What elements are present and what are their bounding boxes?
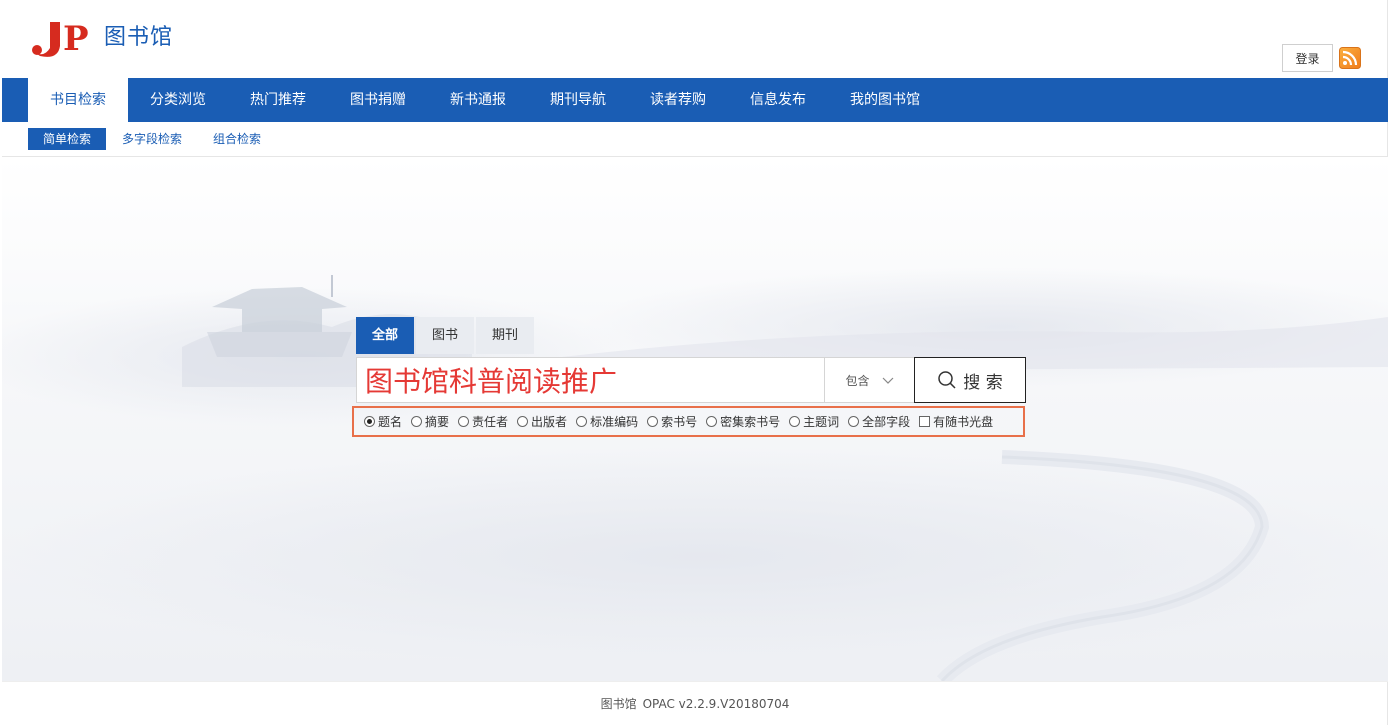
radio-button[interactable] — [411, 416, 423, 427]
main-nav: 书目检索 分类浏览 热门推荐 图书捐赠 新书通报 期刊导航 读者荐购 信息发布 … — [2, 78, 1388, 122]
page: P 图书馆 登录 书目检索 分类浏览 热门推荐 图书捐赠 新书通报 期刊导航 读… — [2, 0, 1388, 725]
field-option-author[interactable]: 责任者 — [458, 413, 508, 430]
field-option-all-fields[interactable]: 全部字段 — [848, 413, 910, 430]
jp-logo-icon: P — [30, 18, 96, 58]
radio-button[interactable] — [647, 416, 659, 427]
radio-button[interactable] — [576, 416, 588, 427]
site-title: 图书馆 — [104, 25, 174, 50]
nav-item-my-library[interactable]: 我的图书馆 — [828, 78, 942, 122]
tab-journals[interactable]: 期刊 — [476, 317, 535, 354]
search-icon — [938, 371, 956, 389]
nav-item-book-donation[interactable]: 图书捐赠 — [328, 78, 428, 122]
field-option-standard-code[interactable]: 标准编码 — [576, 413, 638, 430]
site-logo[interactable]: P 图书馆 — [30, 18, 173, 58]
subnav-multi-field-search[interactable]: 多字段检索 — [107, 128, 197, 150]
nav-item-reader-recommend[interactable]: 读者荐购 — [628, 78, 728, 122]
field-option-publisher[interactable]: 出版者 — [517, 413, 567, 430]
logo-p-text: P — [63, 19, 89, 58]
checkbox[interactable] — [919, 416, 931, 427]
sub-nav: 简单检索 多字段检索 组合检索 — [2, 122, 1388, 157]
radio-button[interactable] — [364, 416, 375, 427]
search-tabs: 全部 图书 期刊 — [356, 317, 536, 354]
nav-item-catalog-search[interactable]: 书目检索 — [28, 78, 128, 122]
field-option-abstract[interactable]: 摘要 — [411, 413, 449, 430]
radio-button[interactable] — [706, 416, 718, 427]
search-button-label: 搜 索 — [963, 372, 1003, 393]
footer: 图书馆 OPAC v2.2.9.V20180704 — [2, 681, 1388, 725]
field-option-subject[interactable]: 主题词 — [789, 413, 839, 430]
field-option-call-number[interactable]: 索书号 — [647, 413, 697, 430]
subnav-combined-search[interactable]: 组合检索 — [198, 128, 276, 150]
rss-icon[interactable] — [1339, 47, 1361, 69]
nav-item-info-release[interactable]: 信息发布 — [728, 78, 828, 122]
radio-button[interactable] — [458, 416, 470, 427]
radio-button[interactable] — [848, 416, 860, 427]
match-mode-value: 包含 — [845, 373, 870, 388]
footer-version: OPAC v2.2.9.V20180704 — [642, 696, 790, 711]
search-button[interactable]: 搜 索 — [914, 357, 1026, 403]
footer-library-name: 图书馆 — [600, 697, 637, 711]
search-field-options: 题名 摘要 责任者 出版者 标准编码 索书号 密集索书号 主题词 全部字段 有随… — [352, 406, 1025, 437]
nav-item-hot-recommend[interactable]: 热门推荐 — [228, 78, 328, 122]
radio-button[interactable] — [789, 416, 801, 427]
chevron-down-icon — [882, 377, 893, 384]
nav-item-category-browse[interactable]: 分类浏览 — [128, 78, 228, 122]
subnav-simple-search[interactable]: 简单检索 — [28, 128, 107, 150]
search-bar: 包含 搜 索 — [356, 357, 1026, 403]
field-option-dense-call-number[interactable]: 密集索书号 — [706, 413, 780, 430]
nav-item-new-books[interactable]: 新书通报 — [428, 78, 528, 122]
login-button[interactable]: 登录 — [1282, 44, 1333, 72]
radio-button[interactable] — [517, 416, 529, 427]
cd-attached-checkbox-option[interactable]: 有随书光盘 — [919, 413, 993, 430]
search-input[interactable] — [356, 357, 824, 403]
nav-item-journal-nav[interactable]: 期刊导航 — [528, 78, 628, 122]
tab-all[interactable]: 全部 — [356, 317, 415, 354]
match-mode-select[interactable]: 包含 — [824, 357, 914, 403]
tab-books[interactable]: 图书 — [416, 317, 475, 354]
field-option-title[interactable]: 题名 — [364, 413, 402, 430]
